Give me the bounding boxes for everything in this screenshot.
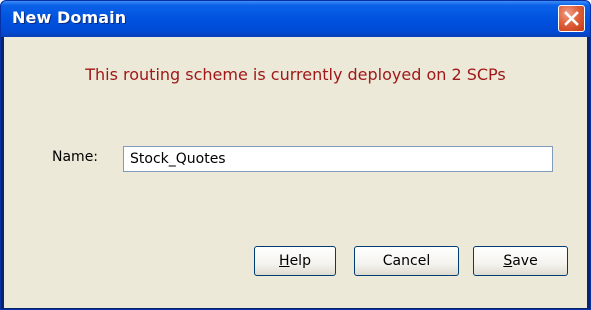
save-mnemonic: S xyxy=(503,253,513,269)
close-icon xyxy=(564,11,579,26)
save-button[interactable]: Save xyxy=(473,246,568,276)
name-input[interactable]: Stock_Quotes xyxy=(123,146,553,172)
help-mnemonic: H xyxy=(279,253,290,269)
cancel-button[interactable]: Cancel xyxy=(354,246,459,276)
window-title: New Domain xyxy=(12,8,127,27)
close-button[interactable] xyxy=(558,5,585,32)
save-label-rest: ave xyxy=(512,253,538,269)
title-bar[interactable]: New Domain xyxy=(1,1,590,37)
help-button[interactable]: Help xyxy=(254,246,336,276)
help-label-rest: elp xyxy=(289,253,311,269)
deployment-warning: This routing scheme is currently deploye… xyxy=(85,65,506,84)
dialog-window: New Domain This routing scheme is curren… xyxy=(0,0,591,310)
name-label: Name: xyxy=(52,149,99,165)
dialog-body: This routing scheme is currently deploye… xyxy=(4,37,587,308)
